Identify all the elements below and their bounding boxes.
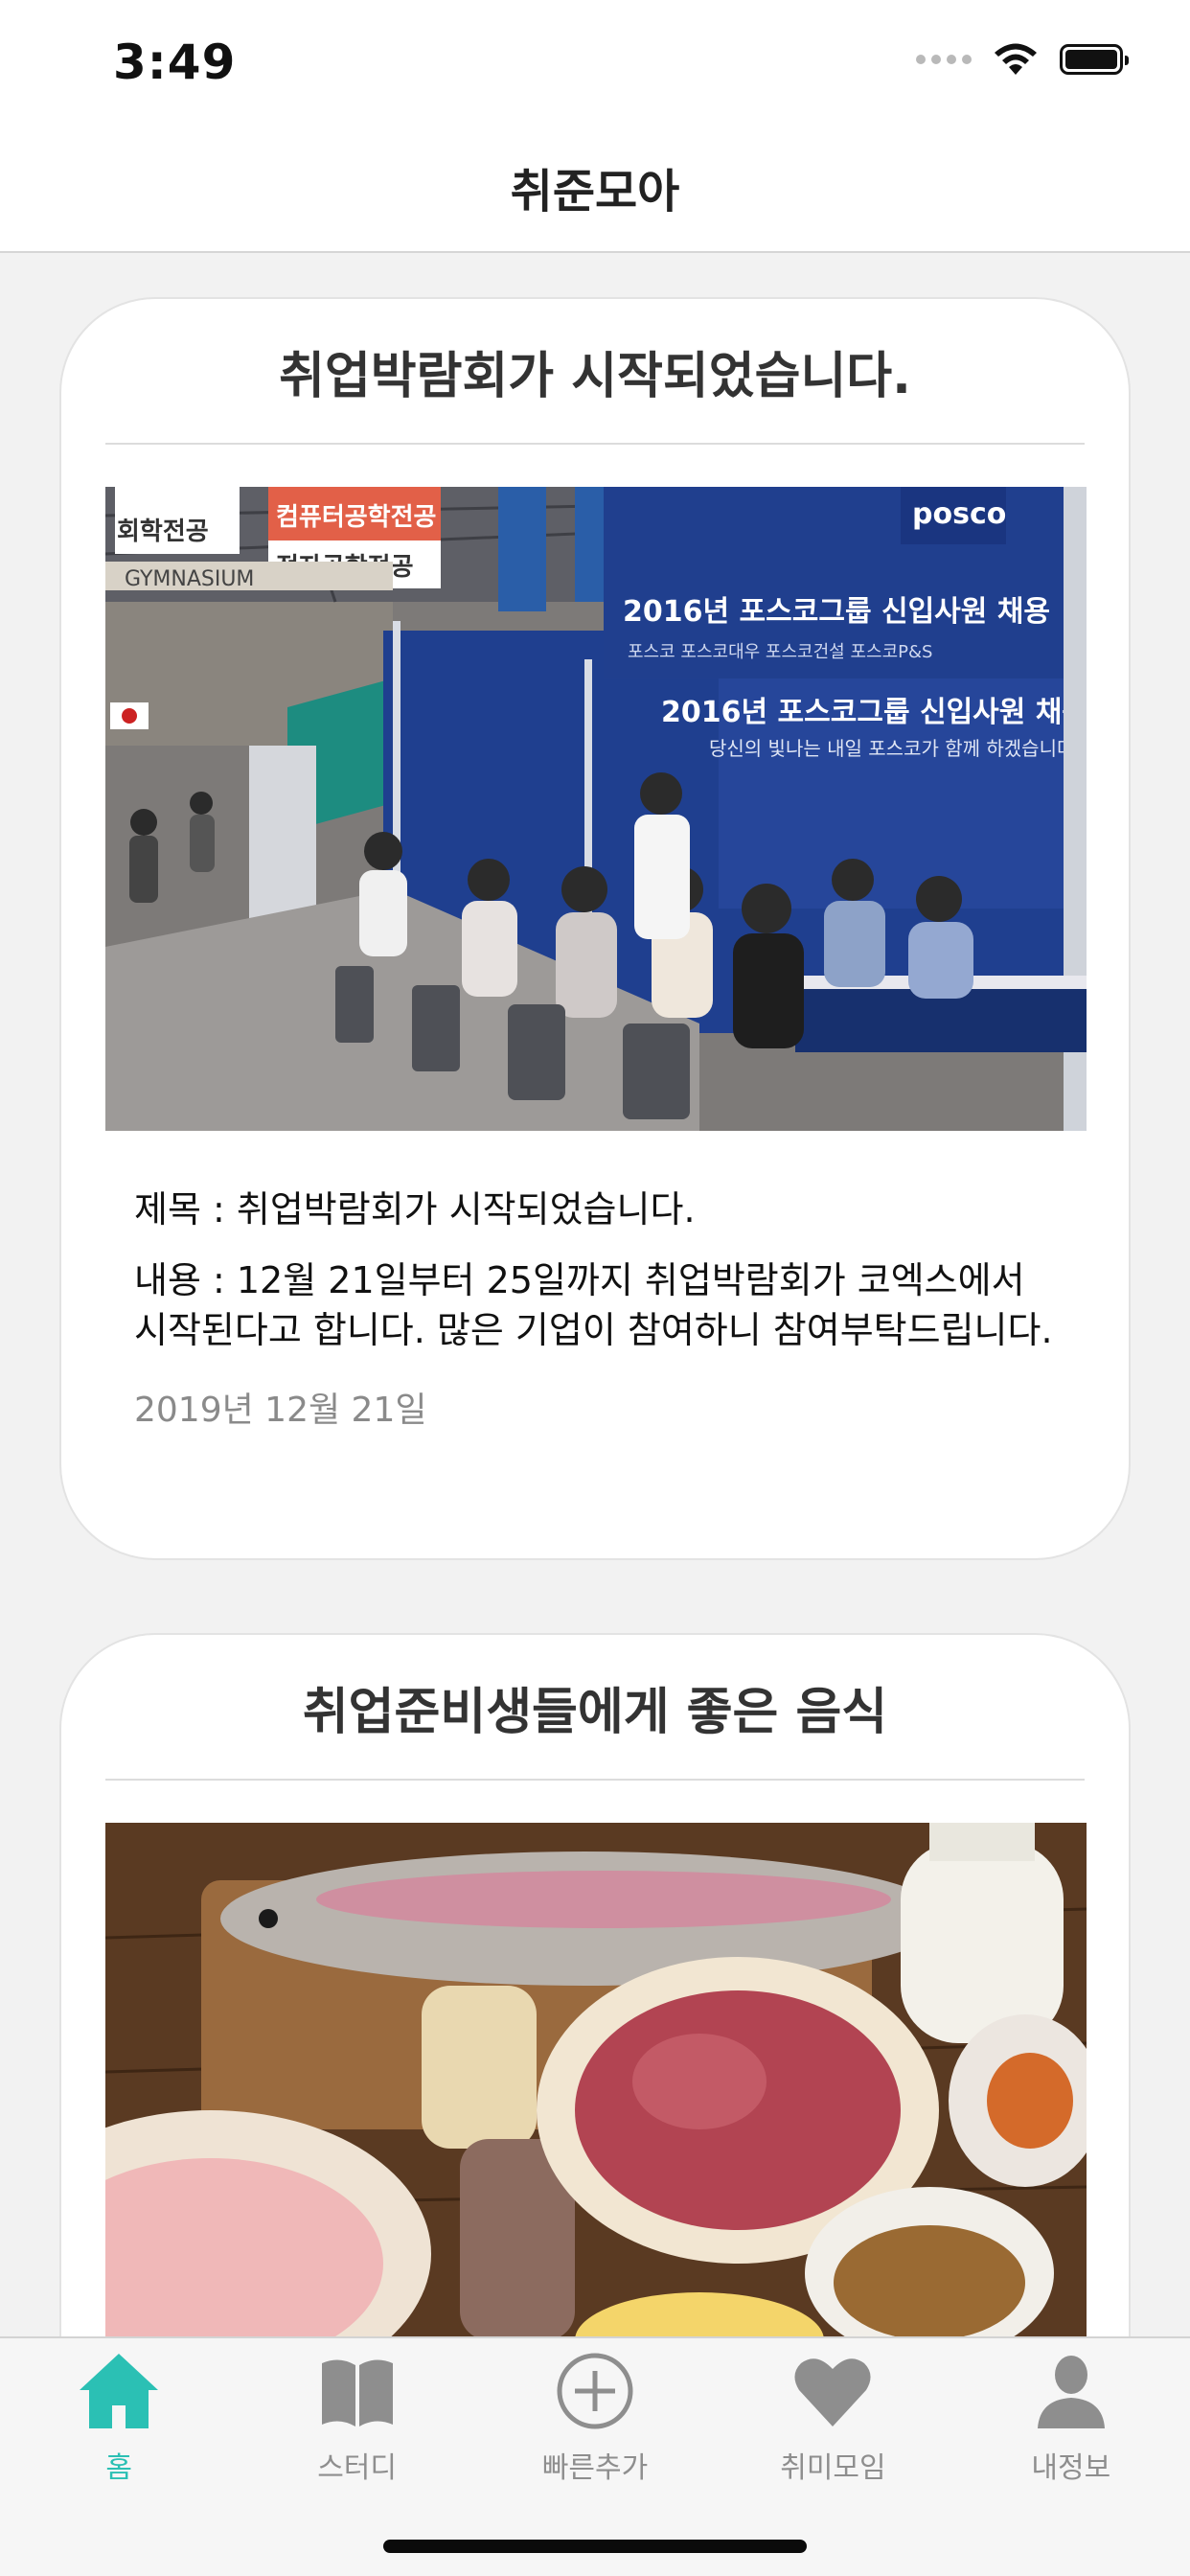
card-header: 취업준비생들에게 좋은 음식 [302,1683,888,1741]
feed-card[interactable]: 취업박람회가 시작되었습니다. 회학전공 컴퓨터공학전공 GYMNASIUM p… [59,297,1131,1560]
tab-label: 빠른추가 [541,2451,649,2485]
tab-my-info[interactable]: 내정보 [952,2338,1190,2501]
booth-sign-text: 2016년 포스코그룹 신입사원 채용 [623,595,1050,629]
feed-scroll[interactable]: 취업박람회가 시작되었습니다. 회학전공 컴퓨터공학전공 GYMNASIUM p… [0,253,1190,2336]
status-time: 3:49 [113,34,237,90]
status-bar: 3:49 [0,0,1190,126]
banner-text: 회학전공 [117,518,209,546]
booth-sub-text: 당신의 빛나는 내일 포스코가 함께 하겠습니다 [709,737,1074,760]
post-content: 내용 : 12월 21일부터 25일까지 취업박람회가 코엑스에서 시작된다고 … [134,1259,1053,1351]
tab-study[interactable]: 스터디 [238,2338,475,2501]
wifi-icon [995,43,1037,75]
tab-label: 취미모임 [780,2451,886,2485]
post-date: 2019년 12월 21일 [134,1391,427,1430]
banner-text: 컴퓨터공학전공 [276,503,436,532]
home-icon [80,2354,159,2428]
brand-text: posco [912,497,1006,531]
page-title: 취준모아 [510,165,680,218]
card-header: 취업박람회가 시작되었습니다. [279,347,911,405]
feed-card[interactable]: 취업준비생들에게 좋은 음식 [59,1633,1131,2336]
plus-circle-icon [557,2353,633,2429]
card-divider [105,443,1085,445]
status-icons [916,42,1129,77]
heart-icon [794,2358,871,2426]
book-icon [321,2359,393,2426]
tab-label: 홈 [105,2451,132,2485]
healthy-food-photo [105,1823,1087,2336]
home-indicator[interactable] [383,2540,807,2553]
tab-home[interactable]: 홈 [0,2338,238,2501]
job-fair-photo: 회학전공 컴퓨터공학전공 전자공학전공 GYMNASIUM pos [105,487,1087,1131]
person-icon [1037,2356,1105,2428]
tab-hobby[interactable]: 취미모임 [714,2338,951,2501]
tab-label: 내정보 [1031,2451,1111,2485]
tab-label: 스터디 [317,2451,398,2485]
card-body: 제목 : 취업박람회가 시작되었습니다. 내용 : 12월 21일부터 25일까… [134,1184,1056,1432]
post-title: 제목 : 취업박람회가 시작되었습니다. [134,1188,696,1230]
booth-sign-text-2: 2016년 포스코그룹 신입사원 채용 [661,696,1087,729]
battery-icon [1060,44,1129,75]
cellular-signal-icon [916,55,972,64]
tab-quick-add[interactable]: 빠른추가 [476,2338,714,2501]
navigation-bar: 취준모아 [0,126,1190,253]
subsidiaries-text: 포스코 포스코대우 포스코건설 포스코P&S [628,642,932,662]
banner-text: GYMNASIUM [125,567,254,591]
card-divider [105,1779,1085,1781]
tab-bar: 홈 스터디 빠른추가 취미모임 내정보 [0,2336,1190,2576]
